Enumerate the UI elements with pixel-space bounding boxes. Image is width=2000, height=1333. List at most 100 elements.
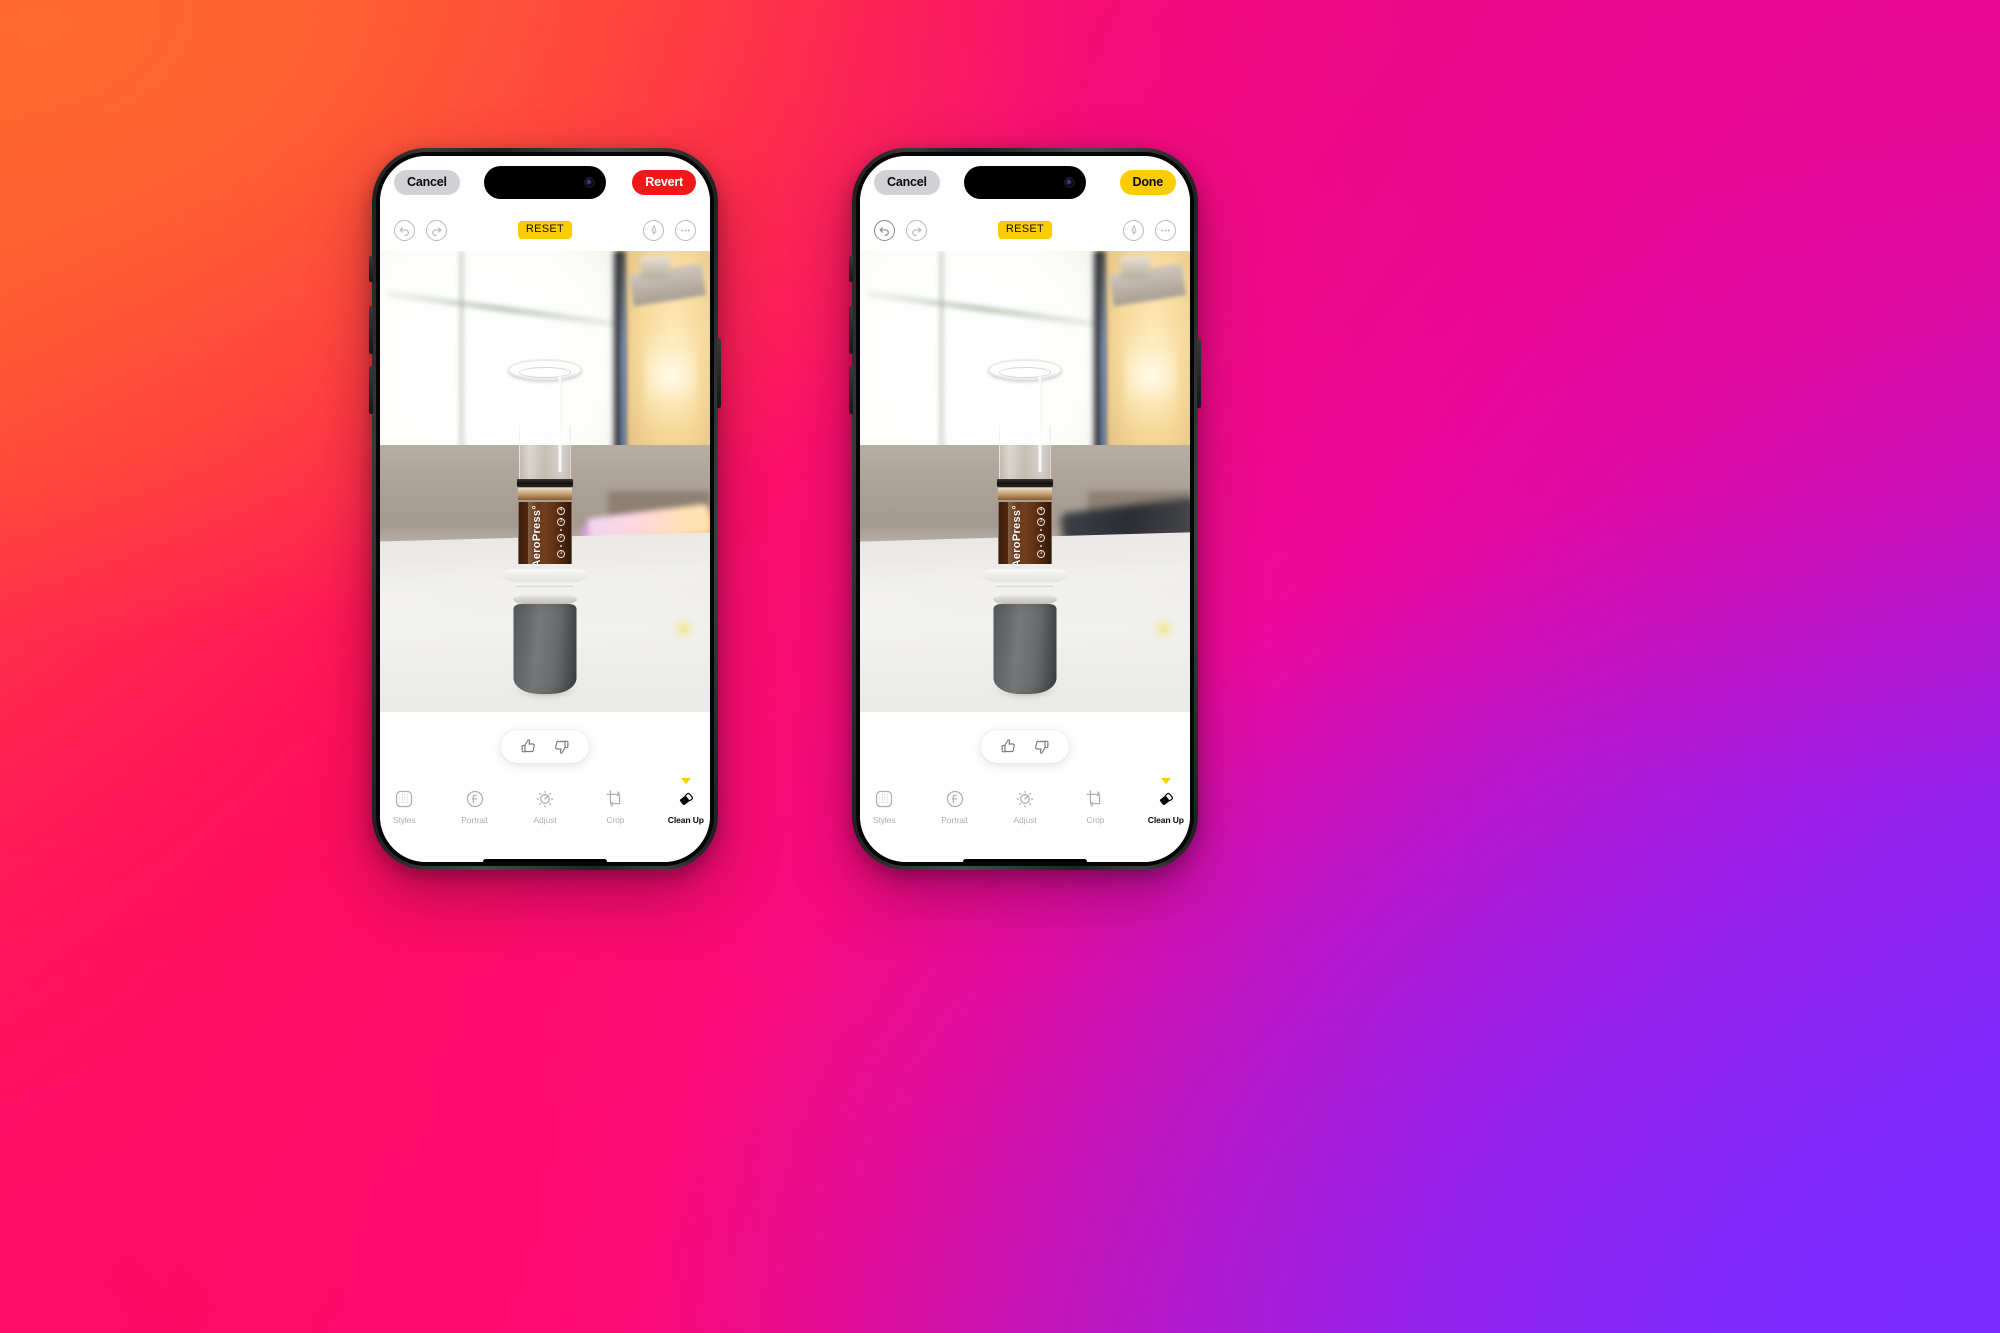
silence-switch[interactable]	[849, 256, 853, 282]
tab-crop[interactable]: Crop	[591, 786, 639, 825]
aeropress-seal-band	[517, 479, 573, 488]
tab-adjust[interactable]: Adjust	[521, 786, 569, 825]
done-button[interactable]: Done	[1119, 169, 1176, 196]
edited-photo-before[interactable]: AeroPress° 1 2 3 4	[380, 251, 710, 712]
aeropress-flange-line	[516, 583, 574, 587]
editor-tabbar-after: Styles Portrait Adjust Crop Clean Up	[860, 778, 1190, 850]
volume-up-button[interactable]	[849, 306, 853, 354]
reset-button[interactable]: RESET	[997, 221, 1053, 239]
feedback-area	[501, 712, 589, 780]
volume-down-button[interactable]	[849, 366, 853, 414]
aeropress-upper-chamber	[999, 426, 1051, 482]
tab-adjust[interactable]: Adjust	[1001, 786, 1049, 825]
feedback-pill	[981, 729, 1069, 763]
redo-icon[interactable]	[906, 219, 927, 241]
power-button[interactable]	[717, 338, 721, 408]
aeropress-scale-2: 2	[557, 533, 565, 542]
active-tab-marker	[680, 778, 691, 784]
aeropress-flange	[503, 569, 587, 583]
photo-area: AeroPress° 1 2 3 4	[860, 251, 1190, 780]
front-camera-icon	[1064, 177, 1075, 188]
aeropress-scale-1: 1	[557, 549, 565, 558]
revert-button[interactable]: Revert	[632, 169, 696, 196]
markup-pen-icon[interactable]	[643, 219, 664, 241]
home-indicator[interactable]	[963, 858, 1087, 862]
phone-mockup-before: Cancel Revert RESET AeroPress° 1 2 3 4 S…	[369, 148, 721, 870]
volume-down-button[interactable]	[369, 366, 373, 414]
tab-crop-label: Crop	[1086, 815, 1105, 825]
redo-icon[interactable]	[426, 219, 447, 241]
tab-clean-up[interactable]: Clean Up	[662, 778, 710, 825]
reset-button[interactable]: RESET	[517, 221, 573, 239]
aeropress-plunger-ring-inner	[999, 367, 1051, 379]
more-options-icon[interactable]	[675, 219, 696, 241]
home-indicator-area	[380, 850, 710, 862]
undo-icon[interactable]	[394, 219, 415, 241]
phone-screen-before: Cancel Revert RESET AeroPress° 1 2 3 4 S…	[380, 156, 710, 862]
tab-portrait[interactable]: Portrait	[450, 786, 498, 825]
photo-area: AeroPress° 1 2 3 4	[380, 251, 710, 780]
edited-photo-after[interactable]: AeroPress° 1 2 3 4	[860, 251, 1190, 712]
thumbs-down-icon[interactable]	[553, 738, 570, 755]
photo-lamp-glow	[644, 324, 697, 427]
home-indicator-area	[860, 850, 1190, 862]
aeropress-mug	[513, 603, 577, 694]
volume-up-button[interactable]	[369, 306, 373, 354]
adjust-dial-icon	[1015, 786, 1035, 812]
portrait-f-icon	[945, 786, 965, 812]
tab-crop-label: Crop	[606, 815, 625, 825]
dynamic-island[interactable]	[964, 166, 1086, 199]
tab-clean-up[interactable]: Clean Up	[1142, 778, 1190, 825]
aeropress-seal-band	[997, 479, 1053, 488]
aeropress-scale-dot-1	[1040, 544, 1042, 547]
undo-icon[interactable]	[874, 219, 895, 241]
tab-styles[interactable]: Styles	[860, 786, 908, 825]
aeropress-brand-label: AeroPress°	[1011, 504, 1023, 567]
tab-clean-up-label: Clean Up	[667, 815, 704, 825]
photo-shelf-object	[1120, 255, 1151, 279]
tab-portrait-label: Portrait	[941, 815, 968, 825]
aeropress-mug	[993, 603, 1057, 694]
adjust-dial-icon	[535, 786, 555, 812]
silence-switch[interactable]	[369, 256, 373, 282]
cancel-button[interactable]: Cancel	[874, 169, 940, 196]
photo-shelf-object	[640, 255, 671, 279]
phone-mockup-after: Cancel Done RESET AeroPress° 1 2 3 4 Sty…	[849, 148, 1201, 870]
tab-adjust-label: Adjust	[533, 815, 557, 825]
aeropress-crema-layer	[518, 488, 572, 501]
clean-up-eraser-icon	[675, 786, 697, 812]
styles-grid-icon	[394, 786, 414, 812]
crop-icon	[1085, 786, 1105, 812]
more-options-icon[interactable]	[1155, 219, 1176, 241]
home-indicator[interactable]	[483, 858, 607, 862]
front-camera-icon	[584, 177, 595, 188]
photo-lamp-glow	[1124, 324, 1177, 427]
aeropress-scale-dot-1	[560, 544, 562, 547]
aeropress-scale-dot-2	[560, 528, 562, 531]
aeropress-scale-2: 2	[1037, 533, 1045, 542]
tab-crop[interactable]: Crop	[1071, 786, 1119, 825]
power-button[interactable]	[1197, 338, 1201, 408]
editor-toolbar: RESET	[380, 209, 710, 251]
tab-clean-up-label: Clean Up	[1147, 815, 1184, 825]
phone-bezel: Cancel Done RESET AeroPress° 1 2 3 4 Sty…	[856, 152, 1194, 866]
phone-screen-after: Cancel Done RESET AeroPress° 1 2 3 4 Sty…	[860, 156, 1190, 862]
feedback-area	[981, 712, 1069, 780]
portrait-f-icon	[465, 786, 485, 812]
feedback-pill	[501, 729, 589, 763]
aeropress-plunger-ring-inner	[519, 367, 571, 379]
tab-portrait[interactable]: Portrait	[930, 786, 978, 825]
markup-pen-icon[interactable]	[1123, 219, 1144, 241]
tab-styles[interactable]: Styles	[380, 786, 428, 825]
aeropress-scale-4: 4	[557, 506, 565, 515]
cancel-button[interactable]: Cancel	[394, 169, 460, 196]
clean-up-eraser-icon	[1155, 786, 1177, 812]
thumbs-up-icon[interactable]	[520, 738, 537, 755]
styles-grid-icon	[874, 786, 894, 812]
dynamic-island[interactable]	[484, 166, 606, 199]
thumbs-down-icon[interactable]	[1033, 738, 1050, 755]
thumbs-up-icon[interactable]	[1000, 738, 1017, 755]
aeropress-scale-3: 3	[557, 517, 565, 526]
aeropress-scale-4: 4	[1037, 506, 1045, 515]
aeropress-crema-layer	[998, 488, 1052, 501]
